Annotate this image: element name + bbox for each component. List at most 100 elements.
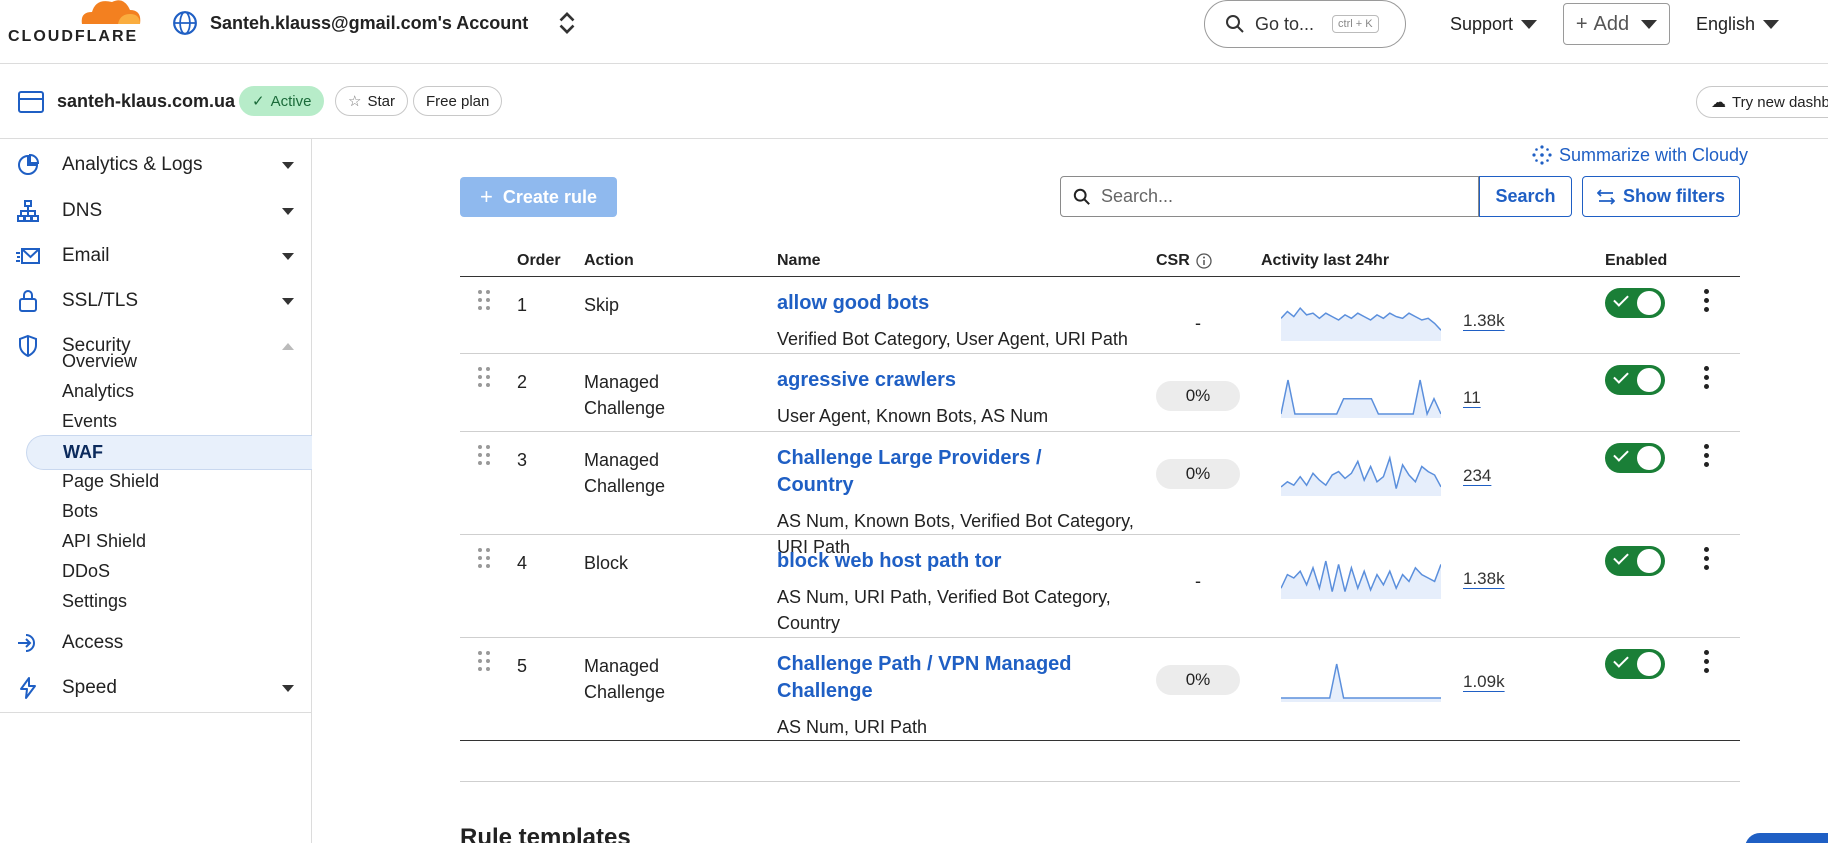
search-icon bbox=[1226, 15, 1244, 33]
sidebar-sub-bots[interactable]: Bots bbox=[62, 501, 98, 522]
rule-fields: AS Num, URI Path, Verified Bot Category,… bbox=[777, 587, 1111, 633]
try-new-dashboard-button[interactable]: ☁ Try new dashboard bbox=[1696, 86, 1828, 118]
activity-count-link[interactable]: 1.38k bbox=[1463, 569, 1505, 589]
toggle-knob bbox=[1637, 291, 1661, 315]
cloudflare-logo[interactable]: CLOUDFLARE bbox=[8, 0, 148, 48]
rule-action: Managed Challenge bbox=[584, 372, 666, 418]
sidebar-item-label: Access bbox=[62, 632, 124, 653]
drag-handle-icon[interactable] bbox=[478, 445, 492, 467]
sidebar-sub-waf[interactable]: WAF bbox=[26, 435, 312, 470]
rules-search-field bbox=[1060, 176, 1479, 217]
caret-down-icon bbox=[1521, 20, 1538, 29]
drag-handle-icon[interactable] bbox=[478, 651, 492, 673]
sidebar-sub-overview[interactable]: Overview bbox=[62, 351, 137, 372]
language-menu[interactable]: English bbox=[1696, 14, 1780, 35]
table-row[interactable]: 2 Managed Challenge agressive crawlers U… bbox=[460, 354, 1740, 431]
toggle-knob bbox=[1637, 549, 1661, 573]
star-button[interactable]: ☆ Star bbox=[335, 86, 408, 116]
sparkline-area bbox=[1281, 664, 1441, 702]
sidebar-sub-api-shield[interactable]: API Shield bbox=[62, 531, 146, 552]
activity-count-link[interactable]: 234 bbox=[1463, 466, 1491, 486]
sidebar: Analytics & Logs DNS Email SSL/TLS Secur… bbox=[0, 139, 312, 843]
sidebar-item-label: Analytics & Logs bbox=[62, 154, 203, 175]
top-bar: CLOUDFLARE Santeh.klauss@gmail.com's Acc… bbox=[0, 0, 1828, 64]
chart-icon bbox=[18, 153, 40, 175]
star-icon: ☆ bbox=[348, 93, 362, 110]
rule-fields: User Agent, Known Bots, AS Num bbox=[777, 406, 1049, 426]
rule-name-link[interactable]: block web host path tor bbox=[777, 548, 1087, 575]
cloud-icon bbox=[81, 0, 141, 24]
help-chat-button[interactable] bbox=[1745, 833, 1828, 843]
support-menu[interactable]: Support bbox=[1450, 14, 1538, 35]
rule-name-link[interactable]: agressive crawlers bbox=[777, 367, 1087, 394]
sidebar-item-speed[interactable]: Speed bbox=[0, 665, 312, 711]
section-divider bbox=[460, 781, 1740, 782]
zone-name[interactable]: santeh-klaus.com.ua bbox=[57, 91, 235, 112]
rule-action: Skip bbox=[584, 295, 620, 315]
rule-enabled-toggle[interactable] bbox=[1605, 546, 1665, 576]
search-input[interactable] bbox=[1101, 186, 1461, 207]
sidebar-item-analytics-logs[interactable]: Analytics & Logs bbox=[0, 142, 312, 188]
summarize-cloudy-link[interactable]: Summarize with Cloudy bbox=[1531, 144, 1748, 166]
activity-sparkline bbox=[1281, 306, 1441, 341]
goto-label: Go to... bbox=[1255, 13, 1315, 34]
plus-icon: + bbox=[1575, 12, 1588, 35]
info-icon[interactable] bbox=[1196, 253, 1212, 269]
rule-enabled-toggle[interactable] bbox=[1605, 365, 1665, 395]
kebab-menu-icon[interactable] bbox=[1703, 289, 1711, 313]
sidebar-item-dns[interactable]: DNS bbox=[0, 188, 312, 234]
search-button[interactable]: Search bbox=[1479, 176, 1572, 217]
rule-csr-badge: 0% bbox=[1156, 459, 1240, 489]
kebab-menu-icon[interactable] bbox=[1703, 547, 1711, 571]
goto-search[interactable]: Go to... ctrl + K bbox=[1204, 0, 1406, 48]
sidebar-item-label: Speed bbox=[62, 677, 117, 698]
sidebar-item-email[interactable]: Email bbox=[0, 233, 312, 279]
sidebar-sub-page-shield[interactable]: Page Shield bbox=[62, 471, 159, 492]
sidebar-sub-ddos[interactable]: DDoS bbox=[62, 561, 110, 582]
access-icon bbox=[18, 634, 35, 652]
kebab-menu-icon[interactable] bbox=[1703, 444, 1711, 468]
kebab-menu-icon[interactable] bbox=[1703, 650, 1711, 674]
caret-up-icon bbox=[282, 342, 294, 350]
drag-handle-icon[interactable] bbox=[478, 367, 492, 389]
sidebar-item-label: SSL/TLS bbox=[62, 290, 139, 311]
create-rule-button[interactable]: + Create rule bbox=[460, 177, 617, 217]
rule-name-link[interactable]: allow good bots bbox=[777, 290, 1087, 317]
rule-name-link[interactable]: Challenge Large Providers / Country bbox=[777, 445, 1087, 499]
table-row[interactable]: 5 Managed Challenge Challenge Path / VPN… bbox=[460, 638, 1740, 740]
create-rule-label: Create rule bbox=[502, 186, 597, 207]
account-switcher[interactable]: Santeh.klauss@gmail.com's Account bbox=[172, 10, 580, 36]
table-row[interactable]: 3 Managed Challenge Challenge Large Prov… bbox=[460, 432, 1740, 557]
rule-name-link[interactable]: Challenge Path / VPN Managed Challenge bbox=[777, 651, 1087, 705]
kebab-menu-icon[interactable] bbox=[1703, 366, 1711, 390]
sidebar-item-ssl-tls[interactable]: SSL/TLS bbox=[0, 278, 312, 324]
activity-count-link[interactable]: 11 bbox=[1463, 388, 1481, 408]
sidebar-sub-label: WAF bbox=[63, 442, 103, 462]
activity-count-link[interactable]: 1.38k bbox=[1463, 311, 1505, 331]
table-row[interactable]: 1 Skip allow good bots Verified Bot Cate… bbox=[460, 277, 1740, 353]
sidebar-sub-events[interactable]: Events bbox=[62, 411, 117, 432]
sidebar-sub-analytics[interactable]: Analytics bbox=[62, 381, 134, 402]
column-header-activity: Activity last 24hr bbox=[1261, 252, 1390, 269]
globe-icon bbox=[173, 11, 197, 35]
rule-enabled-toggle[interactable] bbox=[1605, 443, 1665, 473]
add-button[interactable]: + Add bbox=[1563, 3, 1670, 45]
rule-enabled-toggle[interactable] bbox=[1605, 649, 1665, 679]
sidebar-sub-settings[interactable]: Settings bbox=[62, 591, 127, 612]
rule-enabled-toggle[interactable] bbox=[1605, 288, 1665, 318]
sidebar-item-security[interactable]: Security bbox=[0, 323, 312, 369]
sidebar-item-label: Email bbox=[62, 245, 110, 266]
activity-count-link[interactable]: 1.09k bbox=[1463, 672, 1505, 692]
drag-handle-icon[interactable] bbox=[478, 548, 492, 570]
status-badge: ✓ Active bbox=[239, 86, 325, 116]
star-label: Star bbox=[367, 92, 395, 110]
search-icon bbox=[1073, 188, 1090, 205]
plus-icon: + bbox=[480, 184, 493, 209]
table-row[interactable]: 4 Block block web host path tor AS Num, … bbox=[460, 535, 1740, 637]
show-filters-button[interactable]: Show filters bbox=[1582, 176, 1740, 217]
plan-badge[interactable]: Free plan bbox=[413, 86, 503, 116]
sidebar-item-access[interactable]: Access bbox=[0, 620, 312, 666]
sidebar-item-label: DNS bbox=[62, 200, 103, 221]
drag-handle-icon[interactable] bbox=[478, 290, 492, 312]
summarize-label: Summarize with Cloudy bbox=[1559, 144, 1749, 165]
